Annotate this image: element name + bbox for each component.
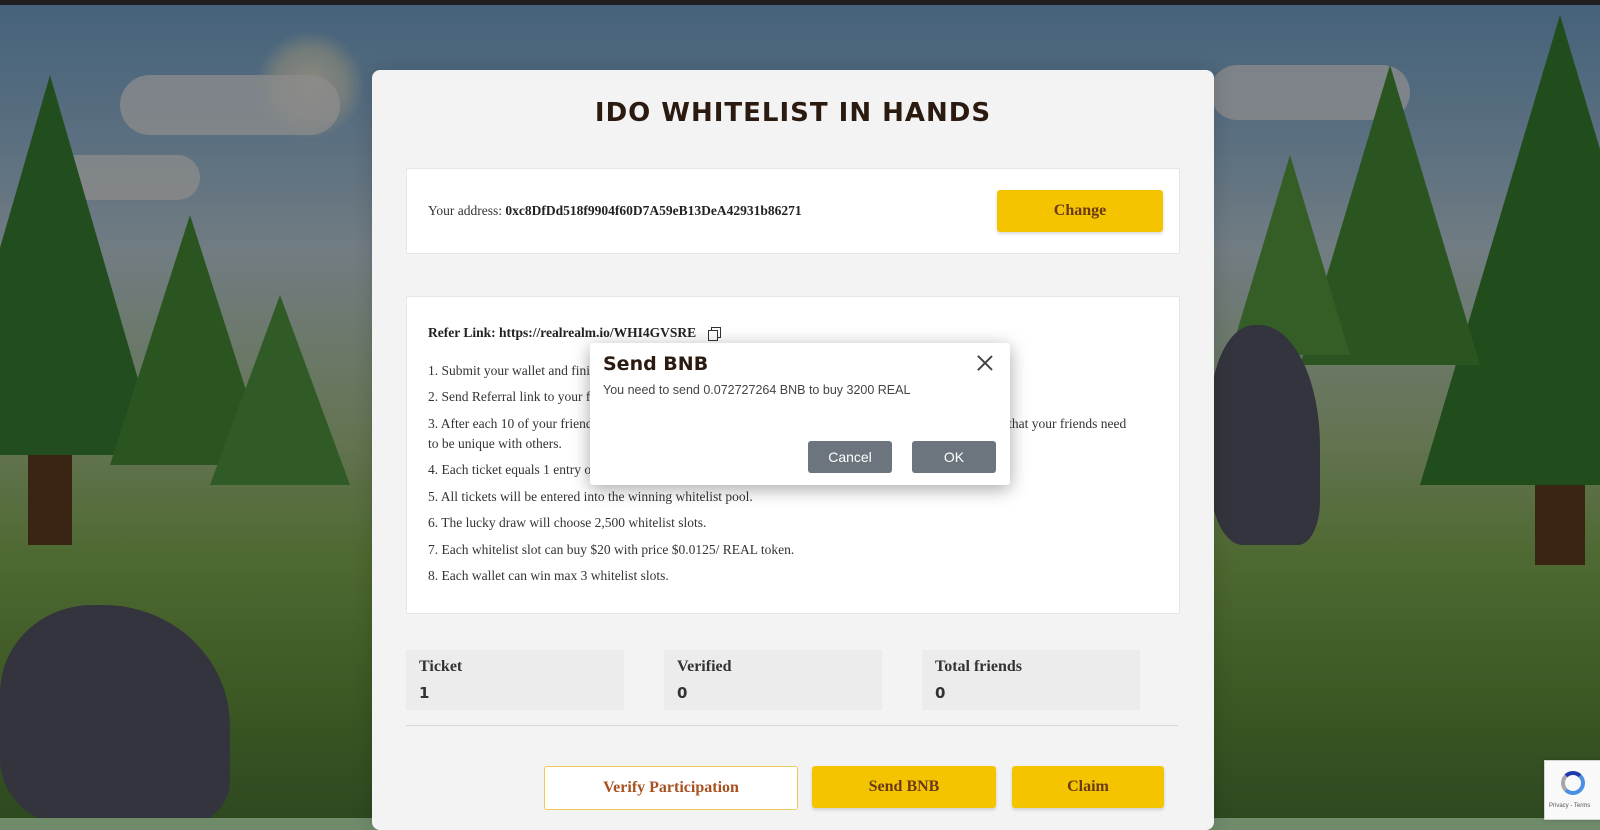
- recaptcha-icon: [1561, 771, 1585, 795]
- dialog-title: Send BNB: [603, 353, 709, 375]
- ok-button[interactable]: OK: [912, 441, 996, 473]
- close-icon[interactable]: [977, 355, 993, 371]
- recaptcha-footer[interactable]: Privacy - Terms: [1549, 803, 1590, 809]
- cancel-button[interactable]: Cancel: [808, 441, 892, 473]
- recaptcha-badge[interactable]: Privacy - Terms: [1544, 760, 1600, 820]
- dialog-message: You need to send 0.072727264 BNB to buy …: [603, 383, 911, 397]
- send-bnb-dialog: Send BNB You need to send 0.072727264 BN…: [590, 343, 1010, 485]
